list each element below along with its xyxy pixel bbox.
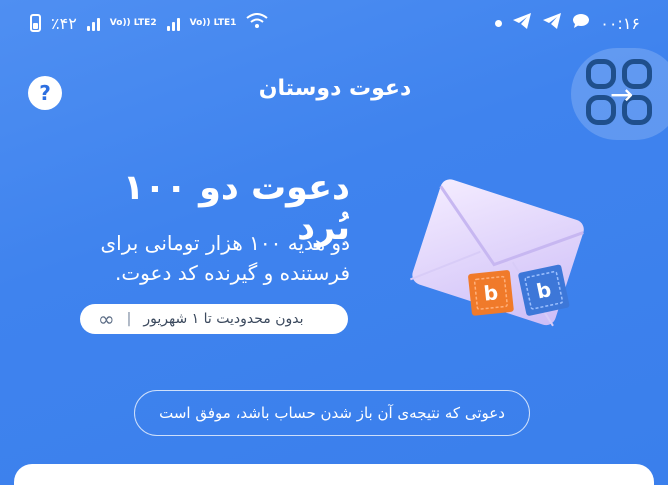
notification-dot-icon — [495, 19, 503, 27]
status-right: ۰۰:۱۶ — [495, 12, 640, 35]
status-left: ٪۴۲ Vo)) LTE2 Vo)) LTE1 — [30, 13, 269, 33]
hero-description-line2: فرستنده و گیرنده کد دعوت. — [115, 261, 350, 285]
status-bar: ٪۴۲ Vo)) LTE2 Vo)) LTE1 ۰۰:۱۶ — [0, 0, 668, 46]
divider: | — [126, 311, 132, 327]
infinity-icon: ∞ — [98, 307, 115, 331]
limit-badge: ∞ | بدون محدودیت تا ۱ شهریور — [80, 304, 348, 334]
help-icon: ? — [39, 81, 51, 105]
sim2-label: Vo)) LTE2 — [109, 17, 157, 28]
back-button[interactable]: → — [610, 78, 633, 111]
sim1-label: Vo)) LTE1 — [189, 17, 237, 28]
page-title: دعوت دوستان — [258, 76, 412, 101]
battery-level: ٪۴۲ — [51, 13, 77, 33]
signal-icon — [86, 15, 100, 31]
note-text: دعوتی که نتیجه‌ی آن باز شدن حساب باشد، م… — [159, 404, 505, 422]
battery-icon — [30, 14, 41, 32]
help-button[interactable]: ? — [28, 76, 62, 110]
bottom-sheet[interactable] — [14, 464, 654, 485]
clock-time: ۰۰:۱۶ — [600, 13, 640, 33]
success-condition-note: دعوتی که نتیجه‌ی آن باز شدن حساب باشد، م… — [134, 390, 530, 436]
telegram-icon — [512, 12, 532, 35]
hero-description: دو هدیه ۱۰۰ هزار تومانی برای فرستنده و گ… — [70, 228, 350, 288]
limit-text: بدون محدودیت تا ۱ شهریور — [143, 311, 304, 327]
wifi-icon — [246, 13, 269, 33]
envelope-illustration: b b — [400, 176, 600, 336]
svg-text:b: b — [483, 280, 500, 305]
signal-icon-2 — [166, 15, 180, 31]
chat-bubble-icon — [572, 13, 590, 33]
telegram-icon-2 — [542, 12, 562, 35]
hero-description-line1: دو هدیه ۱۰۰ هزار تومانی برای — [100, 231, 350, 255]
